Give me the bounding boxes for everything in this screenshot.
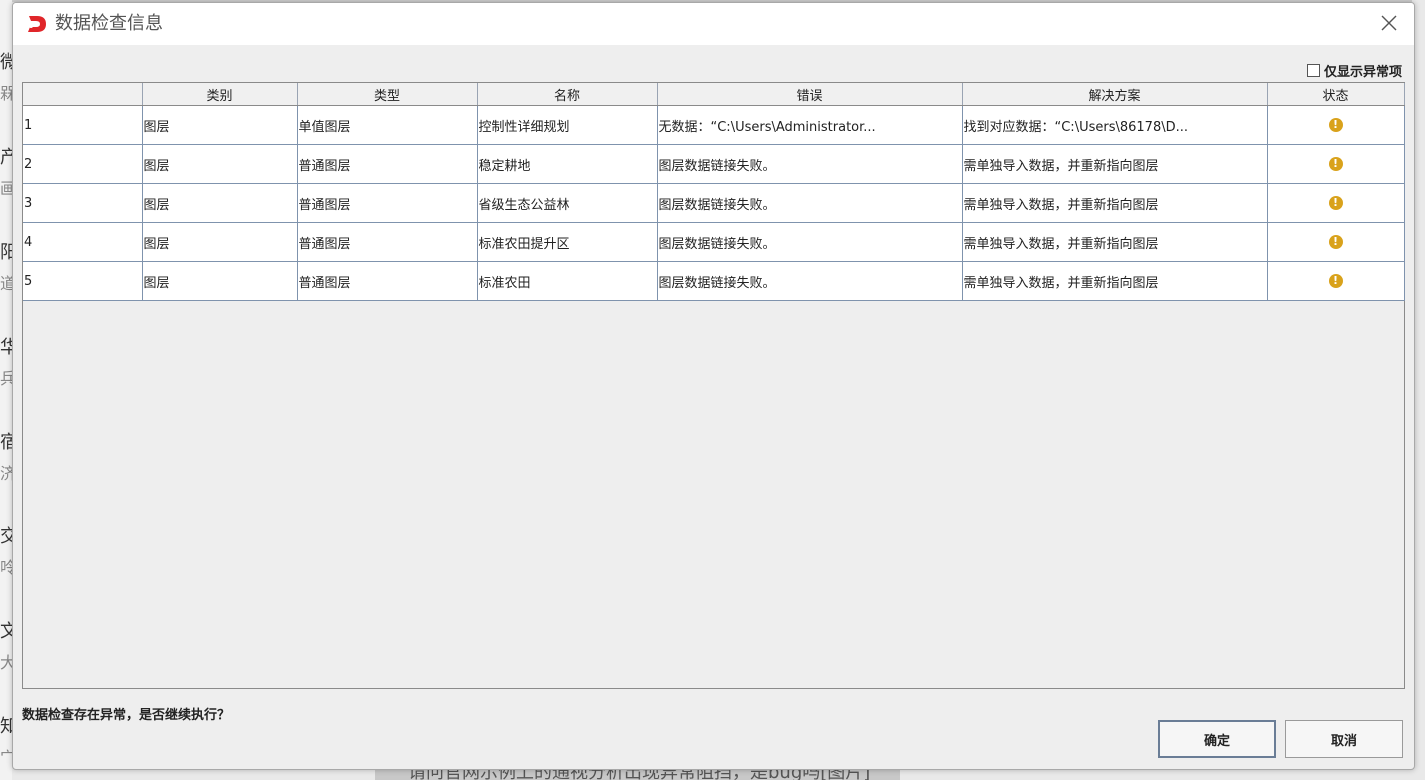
only-abnormal-toggle[interactable]: 仅显示异常项 <box>1306 62 1402 80</box>
table-row[interactable]: 1 图层 单值图层 控制性详细规划 无数据：“C:\Users\Administ… <box>23 105 1405 145</box>
cell-index: 5 <box>23 261 143 301</box>
cell-index: 2 <box>23 144 143 184</box>
cell-status: ! <box>1267 183 1405 223</box>
cell-category: 图层 <box>142 222 298 262</box>
cell-name: 控制性详细规划 <box>477 105 658 145</box>
cell-solution: 找到对应数据：“C:\Users\86178\D... <box>962 105 1268 145</box>
cell-name: 标准农田提升区 <box>477 222 658 262</box>
only-abnormal-checkbox[interactable] <box>1306 63 1320 77</box>
cell-type: 普通图层 <box>297 261 478 301</box>
table-row[interactable]: 2 图层 普通图层 稳定耕地 图层数据链接失败。 需单独导入数据，并重新指向图层… <box>23 144 1405 184</box>
cell-name: 标准农田 <box>477 261 658 301</box>
cell-solution: 需单独导入数据，并重新指向图层 <box>962 261 1268 301</box>
cell-solution: 需单独导入数据，并重新指向图层 <box>962 183 1268 223</box>
cell-error: 图层数据链接失败。 <box>657 183 963 223</box>
cell-index: 4 <box>23 222 143 262</box>
cell-solution: 需单独导入数据，并重新指向图层 <box>962 222 1268 262</box>
warning-icon: ! <box>1328 118 1343 132</box>
warning-icon: ! <box>1328 274 1343 288</box>
cell-type: 普通图层 <box>297 222 478 262</box>
continue-prompt: 数据检查存在异常，是否继续执行？ <box>22 708 231 723</box>
data-check-dialog: 数据检查信息 仅显示异常项 类别 类型 名称 错误 解决方案 状态 1 图层 单… <box>12 2 1415 770</box>
cell-error: 无数据：“C:\Users\Administrator... <box>657 105 963 145</box>
cell-name: 省级生态公益林 <box>477 183 658 223</box>
cancel-button[interactable]: 取消 <box>1285 720 1403 758</box>
ok-button[interactable]: 确定 <box>1158 720 1276 758</box>
warning-icon: ! <box>1328 196 1343 210</box>
cell-category: 图层 <box>142 183 298 223</box>
cell-error: 图层数据链接失败。 <box>657 261 963 301</box>
close-icon <box>1381 15 1397 31</box>
column-header-index[interactable] <box>23 83 143 106</box>
column-header-status[interactable]: 状态 <box>1267 83 1405 106</box>
warning-icon: ! <box>1328 235 1343 249</box>
cell-error: 图层数据链接失败。 <box>657 222 963 262</box>
cell-status: ! <box>1267 222 1405 262</box>
dialog-title: 数据检查信息 <box>55 13 163 34</box>
column-header-category[interactable]: 类别 <box>142 83 298 106</box>
cell-solution: 需单独导入数据，并重新指向图层 <box>962 144 1268 184</box>
cell-error: 图层数据链接失败。 <box>657 144 963 184</box>
only-abnormal-label: 仅显示异常项 <box>1323 64 1402 80</box>
warning-icon: ! <box>1328 157 1343 171</box>
table-header-row: 类别 类型 名称 错误 解决方案 状态 <box>23 83 1405 106</box>
column-header-solution[interactable]: 解决方案 <box>962 83 1268 106</box>
cell-category: 图层 <box>142 261 298 301</box>
ok-button-label: 确定 <box>1203 733 1230 749</box>
cell-name: 稳定耕地 <box>477 144 658 184</box>
app-logo-icon <box>25 12 49 36</box>
cell-status: ! <box>1267 105 1405 145</box>
check-results-table[interactable]: 类别 类型 名称 错误 解决方案 状态 1 图层 单值图层 控制性详细规划 无数… <box>22 82 1405 689</box>
cell-type: 普通图层 <box>297 183 478 223</box>
cell-category: 图层 <box>142 144 298 184</box>
table-row[interactable]: 4 图层 普通图层 标准农田提升区 图层数据链接失败。 需单独导入数据，并重新指… <box>23 222 1405 262</box>
dialog-titlebar[interactable]: 数据检查信息 <box>13 3 1414 45</box>
close-button[interactable] <box>1374 8 1404 38</box>
cell-type: 单值图层 <box>297 105 478 145</box>
cell-status: ! <box>1267 144 1405 184</box>
column-header-name[interactable]: 名称 <box>477 83 658 106</box>
column-header-error[interactable]: 错误 <box>657 83 963 106</box>
table-row[interactable]: 3 图层 普通图层 省级生态公益林 图层数据链接失败。 需单独导入数据，并重新指… <box>23 183 1405 223</box>
cell-type: 普通图层 <box>297 144 478 184</box>
background-page-strip: 微 槑 产 画 阳 道 华 兵 宿 济 交 呤 文 大 知 宀 <box>0 0 18 780</box>
column-header-type[interactable]: 类型 <box>297 83 478 106</box>
table-row[interactable]: 5 图层 普通图层 标准农田 图层数据链接失败。 需单独导入数据，并重新指向图层… <box>23 261 1405 301</box>
cell-index: 1 <box>23 105 143 145</box>
cell-index: 3 <box>23 183 143 223</box>
cell-category: 图层 <box>142 105 298 145</box>
cell-status: ! <box>1267 261 1405 301</box>
cancel-button-label: 取消 <box>1330 733 1357 749</box>
